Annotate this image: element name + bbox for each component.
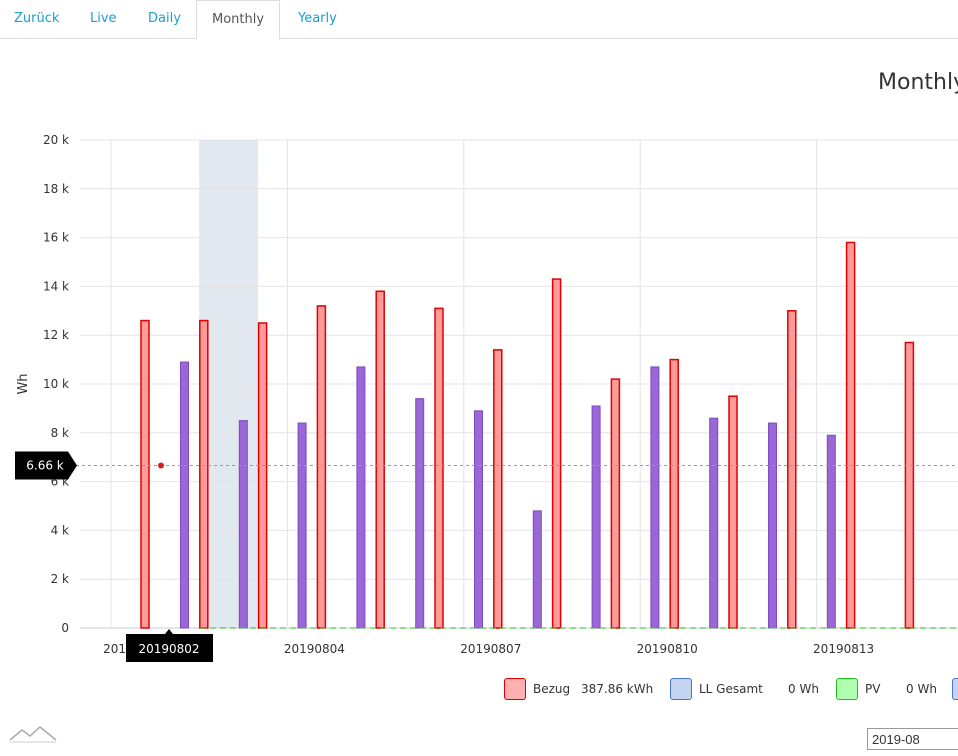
- monthly-bar-chart[interactable]: 02 k4 k6 k8 k10 k12 k14 k16 k18 k20 kWh2…: [0, 0, 958, 672]
- bar-bezug-20190814: [904, 341, 915, 629]
- y-tick-label: 2 k: [51, 572, 69, 586]
- bar-bezug-20190813: [845, 241, 856, 629]
- legend-value-pv: 0 Wh: [906, 682, 937, 696]
- legend-label-ll-gesamt[interactable]: LL Gesamt: [699, 682, 763, 696]
- y-tick-label: 12 k: [43, 328, 69, 342]
- bar-bezug-20190807: [493, 349, 503, 629]
- x-tick-label: 20190813: [813, 642, 874, 656]
- legend-value-bezug: 387.86 kWh: [581, 682, 654, 696]
- legend-swatch-ll-gesamt[interactable]: [670, 678, 692, 700]
- chart-legend: Bezug 387.86 kWh LL Gesamt 0 Wh PV 0 Wh: [0, 676, 958, 704]
- bar-bezug-20190808: [551, 278, 562, 629]
- bar-bezug-20190806: [434, 307, 444, 629]
- bar-series2-20190801: [180, 361, 189, 629]
- month-picker-input[interactable]: [867, 728, 958, 750]
- bar-bezug-20190805: [375, 290, 385, 629]
- x-tick-label: 20190807: [460, 642, 521, 656]
- bar-bezug-20190809: [610, 378, 621, 629]
- bar-series2-20190807: [532, 510, 542, 629]
- legend-swatch-more[interactable]: [952, 678, 958, 700]
- bar-bezug-20190810: [669, 358, 679, 629]
- x-tick-label: 20190804: [284, 642, 345, 656]
- y-tick-label: 8 k: [51, 426, 69, 440]
- legend-label-bezug[interactable]: Bezug: [533, 682, 570, 696]
- y-tick-label: 16 k: [43, 231, 69, 245]
- bar-bezug-20190811: [728, 395, 738, 629]
- bar-series2-20190804: [356, 366, 366, 629]
- y-tick-label: 10 k: [43, 377, 69, 391]
- bar-series2-20190812: [826, 434, 836, 629]
- y-tick-label: 20 k: [43, 133, 69, 147]
- y-axis-title: Wh: [16, 373, 31, 394]
- legend-label-pv[interactable]: PV: [865, 682, 880, 696]
- bar-bezug-20190803: [257, 322, 268, 629]
- bar-series2-20190803: [297, 422, 307, 629]
- y-tick-label: 18 k: [43, 182, 69, 196]
- y-tick-label: 4 k: [51, 523, 69, 537]
- legend-swatch-bezug[interactable]: [504, 678, 526, 700]
- bar-series2-20190805: [415, 398, 425, 629]
- logo-icon: [9, 726, 57, 743]
- bar-series2-20190806: [474, 410, 483, 629]
- crosshair-y-label: 6.66 k: [26, 458, 64, 472]
- bar-bezug-20190801: [140, 319, 150, 629]
- bar-series2-20190802: [238, 420, 248, 629]
- y-tick-label: 0: [61, 621, 69, 635]
- bar-bezug-20190812: [787, 310, 797, 629]
- legend-value-ll-gesamt: 0 Wh: [788, 682, 819, 696]
- bar-series2-20190808: [591, 405, 601, 629]
- bar-series2-20190810: [709, 417, 719, 629]
- x-tick-label: 20190810: [637, 642, 698, 656]
- bar-bezug-20190804: [316, 305, 327, 629]
- bar-series2-20190811: [768, 422, 777, 629]
- crosshair-point: [157, 461, 165, 470]
- bar-series2-20190809: [650, 366, 660, 629]
- crosshair-x-label: 20190802: [138, 642, 199, 656]
- bar-bezug-20190802: [199, 319, 209, 629]
- legend-swatch-pv[interactable]: [836, 678, 858, 700]
- y-tick-label: 14 k: [43, 279, 69, 293]
